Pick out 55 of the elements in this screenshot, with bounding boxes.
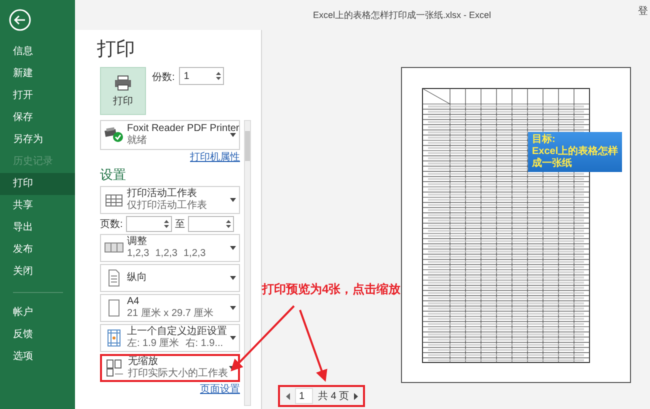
previous-page-icon[interactable] — [286, 392, 290, 400]
sidebar-item[interactable]: 共享 — [0, 195, 75, 217]
copies-field[interactable]: 1 — [178, 67, 224, 85]
back-icon[interactable] — [9, 9, 31, 31]
printer-dropdown[interactable]: Foxit Reader PDF Printer 就绪 — [100, 120, 240, 150]
page-from-field[interactable] — [126, 216, 172, 232]
sidebar-item[interactable]: 打开 — [0, 85, 75, 107]
sidebar-item[interactable]: 导出 — [0, 217, 75, 239]
spinner-arrows-icon — [226, 219, 231, 229]
next-page-icon[interactable] — [354, 392, 358, 400]
callout-note: 目标: Excel上的表格怎样 成一张纸 — [528, 132, 622, 172]
sidebar-item[interactable]: 关闭 — [0, 261, 75, 283]
caret-icon — [229, 366, 235, 370]
spinner-arrows-icon — [164, 219, 169, 229]
settings-dropdown[interactable]: 打印活动工作表 仅打印活动工作表 — [100, 186, 240, 214]
page-to-field[interactable] — [188, 216, 234, 232]
printer-ready-icon — [104, 127, 124, 143]
annotation-text: 打印预览为4张，点击缩放 — [262, 281, 401, 298]
settings-dropdown[interactable]: 上一个自定义边距设置 左: 1.9 厘米 右: 1.9... — [100, 324, 240, 352]
caret-icon — [230, 336, 236, 340]
print-heading: 打印 — [97, 38, 136, 62]
sidebar-item[interactable]: 保存 — [0, 107, 75, 129]
account-label[interactable]: 登 — [638, 4, 648, 18]
sidebar-item[interactable]: 反馈 — [0, 324, 75, 346]
window-title: Excel上的表格怎样打印成一张纸.xlsx - Excel — [313, 8, 492, 22]
sidebar-item[interactable]: 另存为 — [0, 129, 75, 151]
annotation-arrow — [230, 305, 295, 372]
scale-icon — [105, 358, 125, 378]
printer-icon — [114, 74, 132, 90]
print-button[interactable]: 打印 — [100, 67, 146, 115]
settings-dropdown[interactable]: 纵向 — [100, 264, 240, 292]
sidebar-item[interactable]: 帐户 — [0, 302, 75, 324]
caret-icon — [230, 246, 236, 250]
scrollbar[interactable] — [244, 120, 251, 406]
caret-icon — [230, 198, 236, 202]
spinner-arrows-icon — [216, 71, 221, 81]
settings-heading: 设置 — [100, 166, 127, 184]
settings-dropdown[interactable]: 无缩放 打印实际大小的工作表 — [100, 354, 240, 382]
settings-dropdown[interactable]: A4 21 厘米 x 29.7 厘米 — [100, 294, 240, 322]
printer-properties-link[interactable]: 打印机属性 — [190, 152, 240, 164]
pages-label: 页数: — [100, 218, 123, 231]
page-number-field[interactable]: 1 — [295, 388, 313, 404]
page-count-label: 共 4 页 — [318, 390, 350, 403]
sidebar-item[interactable]: 信息 — [0, 41, 75, 63]
copies-label: 份数: — [152, 71, 175, 84]
page-setup-link[interactable]: 页面设置 — [200, 384, 240, 396]
sidebar-item[interactable]: 新建 — [0, 63, 75, 85]
sidebar-item[interactable]: 选项 — [0, 346, 75, 368]
sidebar-item[interactable]: 发布 — [0, 239, 75, 261]
caret-icon — [230, 306, 236, 310]
caret-icon — [230, 276, 236, 280]
caret-icon — [230, 133, 236, 137]
sidebar-item[interactable]: 打印 — [0, 173, 75, 195]
page-to-label: 至 — [174, 218, 185, 231]
settings-dropdown[interactable]: 调整 1,2,3 1,2,3 1,2,3 — [100, 234, 240, 262]
